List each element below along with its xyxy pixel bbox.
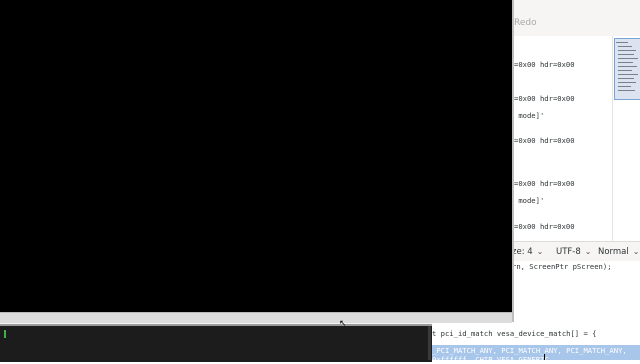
redo-button[interactable]: Redo — [514, 18, 537, 28]
minimap-line — [616, 42, 628, 43]
minimap[interactable] — [612, 36, 640, 241]
minimap-line — [618, 78, 634, 79]
minimap-line — [618, 46, 632, 47]
editor-statusbar: ze: 4 ⌄ UTF-8 ⌄ Normal ⌄ — [512, 241, 640, 262]
mouse-pointer-icon: ↖ — [339, 319, 347, 329]
minimap-line — [618, 74, 638, 75]
code-line: =0x00 hdr=0x00 — [514, 94, 575, 103]
selected-code-line: _PCI_MATCH_ANY, PCI_MATCH_ANY, PCI_MATCH… — [432, 346, 627, 355]
mode-label: Normal — [598, 247, 629, 257]
minimap-line — [618, 66, 637, 67]
panel-divider[interactable] — [428, 326, 431, 360]
chevron-down-icon: ⌄ — [536, 247, 544, 256]
black-app-window[interactable] — [0, 0, 512, 312]
code-line: =0x00 hdr=0x00 — [514, 179, 575, 188]
code-line: t pci_id_match vesa_device_match[] = { — [432, 329, 597, 338]
tab-width-label: ze: 4 — [512, 247, 533, 257]
chevron-down-icon: ⌄ — [632, 247, 640, 256]
encoding-label: UTF-8 — [556, 247, 581, 257]
chevron-down-icon: ⌄ — [584, 247, 592, 256]
minimap-line — [618, 70, 632, 71]
code-line: =0x00 hdr=0x00 — [514, 136, 575, 145]
minimap-line — [618, 54, 634, 55]
minimap-line — [618, 90, 635, 91]
code-line: rn, ScreenPtr pScreen); — [512, 262, 612, 271]
minimap-line — [618, 82, 636, 83]
code-line: =0x00 hdr=0x00 — [514, 60, 575, 69]
mode-selector[interactable]: Normal ⌄ — [598, 247, 639, 257]
tab-width-selector[interactable]: ze: 4 ⌄ — [512, 247, 543, 257]
code-line: =0x00 hdr=0x00 — [514, 222, 575, 231]
text-caret — [544, 354, 545, 360]
code-line: mode]' — [514, 111, 545, 120]
encoding-selector[interactable]: UTF-8 ⌄ — [556, 247, 591, 257]
minimap-line — [618, 62, 633, 63]
terminal-panel[interactable] — [0, 324, 432, 362]
terminal-cursor — [4, 330, 6, 338]
minimap-line — [618, 50, 636, 51]
minimap-line — [618, 86, 631, 87]
code-view[interactable]: =0x00 hdr=0x00 =0x00 hdr=0x00 mode]' =0x… — [512, 36, 612, 241]
code-line: mode]' — [514, 196, 545, 205]
window-bottom-border[interactable] — [0, 312, 512, 323]
minimap-line — [618, 58, 638, 59]
window-right-border[interactable] — [512, 0, 514, 322]
